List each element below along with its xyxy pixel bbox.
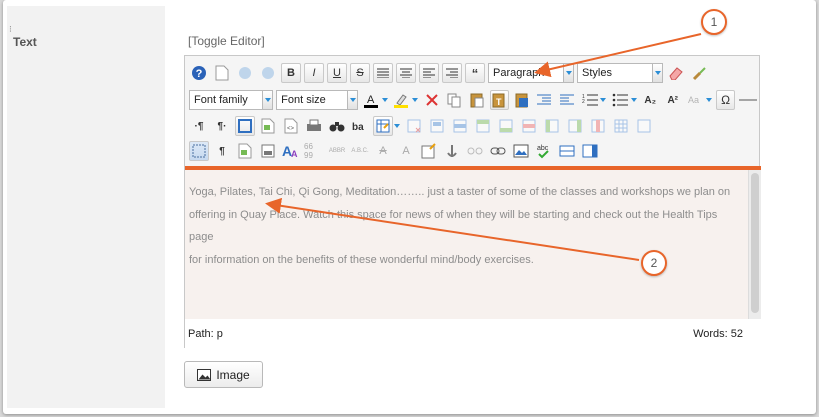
callout-badge-2: 2	[641, 250, 667, 276]
annotation-arrows	[265, 33, 702, 261]
arrow-2	[265, 197, 640, 261]
callout-badge-1: 1	[701, 9, 727, 35]
cms-form-panel: ⁝ Text [Toggle Editor] ? B I U S “ Parag…	[3, 0, 816, 414]
arrow-1	[534, 33, 702, 78]
